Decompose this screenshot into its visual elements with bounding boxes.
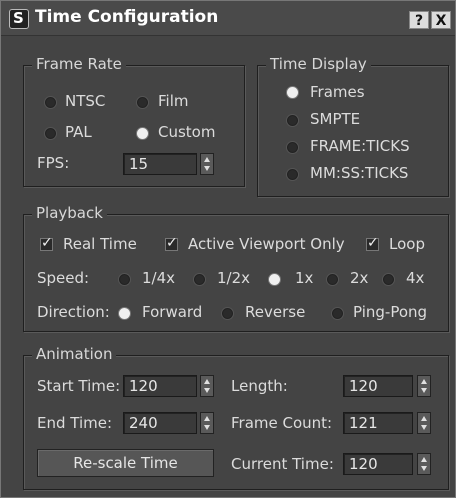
radio-direction-reverse[interactable]: [222, 308, 233, 319]
fps-spinner[interactable]: [200, 153, 214, 175]
radio-mm-ss-ticks[interactable]: [287, 169, 298, 180]
loop-checkbox[interactable]: [366, 235, 379, 251]
radio-smpte-label[interactable]: SMPTE: [310, 110, 360, 128]
direction-label: Direction:: [37, 303, 110, 321]
current-time-label: Current Time:: [231, 455, 334, 473]
radio-speed-1x[interactable]: [269, 274, 280, 285]
rescale-time-button[interactable]: Re-scale Time: [37, 449, 214, 477]
radio-ntsc-label[interactable]: NTSC: [65, 92, 105, 110]
length-input[interactable]: 120: [343, 375, 413, 397]
active-viewport-checkbox[interactable]: [165, 235, 178, 251]
radio-frame-ticks-label[interactable]: FRAME:TICKS: [310, 137, 410, 155]
radio-speed-quarter-label[interactable]: 1/4x: [142, 269, 175, 287]
start-time-input[interactable]: 120: [123, 375, 197, 397]
radio-direction-forward-label[interactable]: Forward: [142, 303, 202, 321]
radio-mm-ss-ticks-label[interactable]: MM:SS:TICKS: [310, 164, 408, 182]
fps-label: FPS:: [37, 154, 70, 172]
time-display-label: Time Display: [266, 55, 371, 73]
playback-label: Playback: [32, 204, 107, 222]
radio-speed-4x-label[interactable]: 4x: [406, 269, 424, 287]
loop-label[interactable]: Loop: [389, 235, 425, 253]
current-time-input[interactable]: 120: [343, 453, 413, 475]
active-viewport-label[interactable]: Active Viewport Only: [188, 235, 345, 253]
end-time-spinner[interactable]: [200, 412, 214, 434]
frame-count-input[interactable]: 121: [343, 412, 413, 434]
radio-pal[interactable]: [45, 128, 56, 139]
radio-smpte[interactable]: [287, 115, 298, 126]
radio-direction-forward[interactable]: [119, 308, 130, 319]
radio-speed-quarter[interactable]: [119, 274, 130, 285]
frame-count-spinner[interactable]: [417, 412, 431, 434]
radio-speed-1x-label[interactable]: 1x: [295, 269, 313, 287]
radio-pal-label[interactable]: PAL: [65, 123, 92, 141]
radio-frames[interactable]: [287, 87, 298, 98]
frame-rate-label: Frame Rate: [32, 55, 126, 73]
radio-frames-label[interactable]: Frames: [310, 83, 365, 101]
current-time-spinner[interactable]: [417, 453, 431, 475]
real-time-label[interactable]: Real Time: [63, 235, 137, 253]
frame-count-label: Frame Count:: [231, 414, 333, 432]
length-spinner[interactable]: [417, 375, 431, 397]
radio-speed-half-label[interactable]: 1/2x: [217, 269, 250, 287]
close-button[interactable]: X: [431, 11, 451, 29]
speed-label: Speed:: [37, 269, 90, 287]
radio-speed-4x[interactable]: [383, 274, 394, 285]
end-time-input[interactable]: 240: [123, 412, 197, 434]
radio-speed-2x[interactable]: [327, 274, 338, 285]
title-bar[interactable]: Time Configuration ? X: [1, 1, 455, 36]
time-configuration-dialog: Time Configuration ? X Frame Rate NTSC F…: [0, 0, 456, 498]
radio-direction-ping-pong[interactable]: [332, 308, 343, 319]
radio-direction-reverse-label[interactable]: Reverse: [245, 303, 305, 321]
fps-input[interactable]: 15: [123, 153, 197, 175]
animation-label: Animation: [32, 345, 117, 363]
start-time-label: Start Time:: [37, 377, 121, 395]
radio-direction-ping-pong-label[interactable]: Ping-Pong: [353, 303, 427, 321]
radio-frame-ticks[interactable]: [287, 142, 298, 153]
start-time-spinner[interactable]: [200, 375, 214, 397]
app-logo-icon: [9, 9, 29, 29]
radio-custom-label[interactable]: Custom: [158, 123, 215, 141]
radio-film-label[interactable]: Film: [158, 92, 188, 110]
window-title: Time Configuration: [35, 7, 219, 27]
radio-speed-half[interactable]: [194, 274, 205, 285]
radio-custom[interactable]: [137, 128, 148, 139]
radio-film[interactable]: [137, 97, 148, 108]
real-time-checkbox[interactable]: [40, 235, 53, 251]
radio-speed-2x-label[interactable]: 2x: [350, 269, 368, 287]
help-button[interactable]: ?: [409, 11, 429, 29]
radio-ntsc[interactable]: [45, 97, 56, 108]
length-label: Length:: [231, 377, 288, 395]
end-time-label: End Time:: [37, 414, 113, 432]
